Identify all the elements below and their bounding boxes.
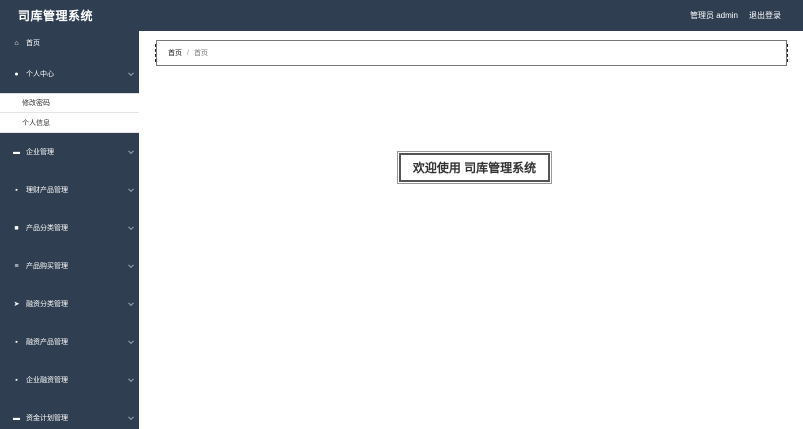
sidebar-item-wealth-products[interactable]: ▪ 理财产品管理	[0, 171, 139, 209]
breadcrumb: 首页 / 首页	[155, 40, 788, 66]
sidebar-subitem-change-password[interactable]: 修改密码	[0, 93, 139, 113]
sidebar-item-financing-category[interactable]: ➤ 融资分类管理	[0, 285, 139, 323]
sidebar-item-enterprise[interactable]: ▬ 企业管理	[0, 133, 139, 171]
sidebar-item-personal-center[interactable]: ● 个人中心	[0, 55, 139, 93]
chevron-down-icon	[128, 148, 134, 155]
sidebar-item-label: 融资分类管理	[26, 301, 68, 308]
app-title: 司库管理系统	[18, 9, 94, 23]
breadcrumb-separator: /	[187, 49, 189, 57]
sidebar-item-enterprise-financing[interactable]: ▪ 企业融资管理	[0, 361, 139, 399]
chevron-down-icon	[128, 376, 134, 383]
sidebar-subitem-personal-info[interactable]: 个人信息	[0, 113, 139, 133]
user-area: 管理员 admin 退出登录	[690, 10, 781, 21]
sidebar-item-fund-plan[interactable]: ▬ 资金计划管理	[0, 399, 139, 429]
sidebar-item-label: 资金计划管理	[26, 415, 68, 422]
sidebar-item-label: 融资产品管理	[26, 339, 68, 346]
chevron-down-icon	[128, 300, 134, 307]
briefcase-icon: ▬	[13, 414, 20, 422]
tag-icon: ■	[14, 224, 19, 232]
sidebar-item-label: 产品分类管理	[26, 225, 68, 232]
top-navbar: 司库管理系统 管理员 admin 退出登录	[0, 0, 803, 31]
chevron-down-icon	[128, 414, 134, 421]
sidebar-item-product-purchase[interactable]: ≡ 产品购买管理	[0, 247, 139, 285]
sidebar-item-label: 企业管理	[26, 149, 54, 156]
grid-icon: ▪	[15, 186, 18, 194]
main-content: 首页 / 首页 欢迎使用 司库管理系统	[139, 31, 803, 429]
sidebar-item-label: 理财产品管理	[26, 187, 68, 194]
chevron-down-icon	[128, 338, 134, 345]
sidebar-item-product-category[interactable]: ■ 产品分类管理	[0, 209, 139, 247]
sidebar-item-label: 个人中心	[26, 71, 54, 78]
home-icon: ⌂	[14, 39, 19, 47]
sidebar-item-label: 首页	[26, 40, 40, 47]
logout-link[interactable]: 退出登录	[749, 10, 781, 21]
grid-icon: ▪	[15, 376, 18, 384]
chevron-down-icon	[128, 262, 134, 269]
sidebar-item-label: 产品购买管理	[26, 263, 68, 270]
chevron-down-icon	[128, 70, 134, 77]
sidebar-item-label: 企业融资管理	[26, 377, 68, 384]
submenu-personal-center: 修改密码 个人信息	[0, 93, 139, 133]
breadcrumb-current: 首页	[193, 50, 208, 57]
chevron-down-icon	[128, 186, 134, 193]
admin-label: 管理员 admin	[689, 11, 738, 20]
briefcase-icon: ▬	[13, 148, 20, 156]
chevron-down-icon	[128, 224, 134, 231]
user-icon: ●	[14, 70, 19, 78]
grid-icon: ▪	[15, 338, 18, 346]
sliders-icon: ≡	[14, 262, 19, 270]
rocket-icon: ➤	[13, 301, 20, 308]
breadcrumb-home-link[interactable]: 首页	[168, 48, 182, 58]
welcome-message: 欢迎使用 司库管理系统	[397, 151, 552, 184]
sidebar: ⌂ 首页 ● 个人中心 修改密码 个人信息 ▬ 企业管理 ▪ 理财产品管理 ■ …	[0, 31, 139, 429]
sidebar-item-home[interactable]: ⌂ 首页	[0, 31, 139, 55]
sidebar-item-financing-products[interactable]: ▪ 融资产品管理	[0, 323, 139, 361]
